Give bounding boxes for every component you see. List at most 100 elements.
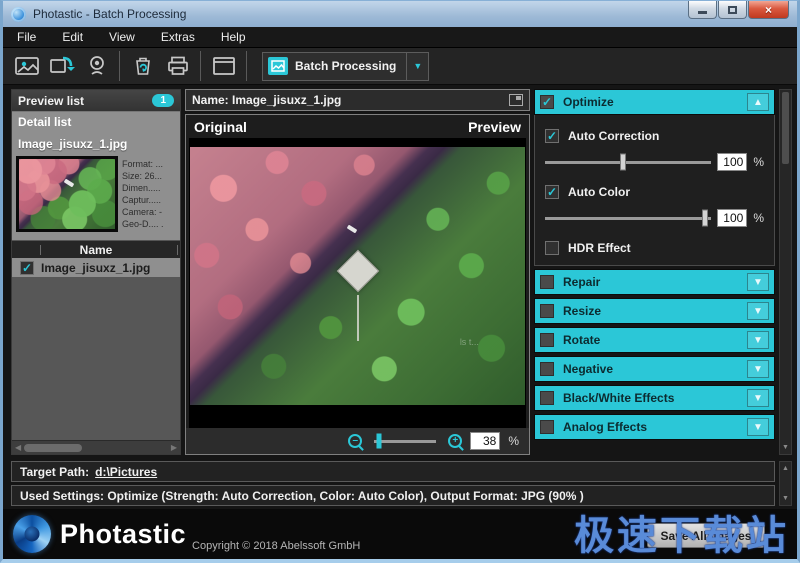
column-divider bbox=[177, 245, 178, 255]
horizontal-scrollbar[interactable]: ◀ ▶ bbox=[12, 440, 180, 454]
auto-color-slider-row: 100 % bbox=[545, 209, 764, 227]
zoom-value-input[interactable]: 38 bbox=[470, 432, 500, 450]
preview-center-panel: Name: Image_jisuxz_1.jpg Original Previe… bbox=[185, 89, 530, 455]
auto-color-label: Auto Color bbox=[568, 185, 630, 199]
scroll-left-icon[interactable]: ◀ bbox=[15, 443, 21, 452]
black-white-checkbox[interactable]: ✓ bbox=[540, 391, 554, 405]
target-path-link[interactable]: d:\Pictures bbox=[95, 465, 157, 479]
batch-processing-button[interactable]: Batch Processing bbox=[262, 52, 407, 81]
image-watermark: ls t... bbox=[460, 337, 479, 347]
zoom-in-icon[interactable]: + bbox=[448, 434, 462, 448]
section-optimize-header[interactable]: ✓ Optimize ▲ bbox=[534, 89, 775, 115]
detail-list-label: Detail list bbox=[18, 115, 71, 129]
chevron-down-icon: ▼ bbox=[413, 61, 422, 71]
menu-view[interactable]: View bbox=[109, 30, 135, 44]
scrollbar-thumb[interactable] bbox=[782, 92, 789, 164]
auto-color-value-input[interactable]: 100 bbox=[717, 209, 747, 227]
menu-file[interactable]: File bbox=[17, 30, 36, 44]
auto-correction-slider[interactable] bbox=[545, 161, 711, 164]
print-icon bbox=[166, 55, 190, 77]
fullscreen-button[interactable] bbox=[206, 52, 241, 81]
add-image-button[interactable] bbox=[9, 52, 44, 81]
auto-color-slider[interactable] bbox=[545, 217, 711, 220]
menu-extras[interactable]: Extras bbox=[161, 30, 195, 44]
column-divider bbox=[40, 245, 41, 255]
name-column-header[interactable]: Name bbox=[12, 240, 180, 258]
preview-list-label: Preview list bbox=[18, 94, 152, 108]
minimize-button[interactable] bbox=[688, 1, 717, 19]
photastic-logo-icon bbox=[13, 515, 51, 553]
menu-help[interactable]: Help bbox=[221, 30, 246, 44]
vertical-scrollbar[interactable]: ▼ bbox=[779, 89, 792, 455]
scroll-down-icon[interactable]: ▼ bbox=[780, 492, 791, 505]
scrollbar-thumb[interactable] bbox=[24, 444, 82, 452]
resize-checkbox[interactable]: ✓ bbox=[540, 304, 554, 318]
negative-checkbox[interactable]: ✓ bbox=[540, 362, 554, 376]
auto-correction-row: ✓ Auto Correction bbox=[545, 129, 764, 143]
app-icon bbox=[11, 7, 26, 22]
section-analog-effects: ✓ Analog Effects ▼ bbox=[534, 414, 775, 440]
batch-processing-icon bbox=[268, 57, 288, 75]
maximize-button[interactable] bbox=[718, 1, 747, 19]
close-button[interactable]: × bbox=[748, 1, 789, 19]
print-button[interactable] bbox=[160, 52, 195, 81]
section-label: Resize bbox=[563, 304, 738, 318]
meta-captured: Captur..... bbox=[122, 194, 164, 206]
preview-list-header: Preview list 1 bbox=[12, 90, 180, 111]
import-image-button[interactable] bbox=[44, 52, 79, 81]
menu-edit[interactable]: Edit bbox=[62, 30, 83, 44]
popout-icon[interactable] bbox=[509, 94, 523, 106]
zoom-slider[interactable] bbox=[374, 440, 436, 443]
scroll-down-icon[interactable]: ▼ bbox=[780, 441, 791, 454]
meta-size: Size: 26... bbox=[122, 170, 164, 182]
auto-correction-slider-row: 100 % bbox=[545, 153, 764, 171]
detail-area: Image_jisuxz_1.jpg Format: ... Size: 26.… bbox=[12, 131, 180, 240]
auto-color-row: ✓ Auto Color bbox=[545, 185, 764, 199]
optimize-checkbox[interactable]: ✓ bbox=[540, 95, 554, 109]
delete-button[interactable] bbox=[125, 52, 160, 81]
rotate-checkbox[interactable]: ✓ bbox=[540, 333, 554, 347]
expand-button[interactable]: ▼ bbox=[747, 302, 769, 320]
section-repair: ✓ Repair ▼ bbox=[534, 269, 775, 295]
webcam-button[interactable] bbox=[79, 52, 114, 81]
thumbnail-image[interactable] bbox=[16, 156, 118, 232]
chevron-up-icon: ▲ bbox=[753, 97, 763, 108]
scroll-up-icon[interactable]: ▲ bbox=[780, 462, 791, 475]
bottom-scrollbar[interactable]: ▲ ▼ bbox=[779, 461, 792, 506]
file-list-empty-area bbox=[12, 277, 180, 440]
expand-button[interactable]: ▼ bbox=[747, 418, 769, 436]
zoom-out-icon[interactable]: – bbox=[348, 434, 362, 448]
percent-label: % bbox=[753, 211, 764, 225]
mode-dropdown-button[interactable]: ▼ bbox=[407, 52, 429, 81]
expand-button[interactable]: ▼ bbox=[747, 360, 769, 378]
zoom-slider-handle[interactable] bbox=[376, 434, 381, 449]
expand-button[interactable]: ▼ bbox=[747, 331, 769, 349]
used-settings-bar: Used Settings: Optimize (Strength: Auto … bbox=[11, 485, 775, 506]
slider-handle[interactable] bbox=[702, 210, 708, 227]
auto-correction-checkbox[interactable]: ✓ bbox=[545, 129, 559, 143]
section-optimize: ✓ Optimize ▲ ✓ Auto Correction bbox=[534, 89, 775, 269]
analog-checkbox[interactable]: ✓ bbox=[540, 420, 554, 434]
chevron-down-icon: ▼ bbox=[753, 277, 763, 288]
minimize-icon bbox=[698, 11, 707, 14]
effects-panel: ✓ Optimize ▲ ✓ Auto Correction bbox=[534, 89, 792, 455]
save-all-images-button[interactable]: Save All Images bbox=[647, 523, 765, 548]
expand-button[interactable]: ▼ bbox=[747, 273, 769, 291]
repair-checkbox[interactable]: ✓ bbox=[540, 275, 554, 289]
close-icon: × bbox=[765, 3, 772, 17]
file-checkbox[interactable]: ✓ bbox=[20, 261, 34, 275]
auto-color-checkbox[interactable]: ✓ bbox=[545, 185, 559, 199]
file-list-row[interactable]: ✓ Image_jisuxz_1.jpg bbox=[12, 258, 180, 277]
image-name-bar: Name: Image_jisuxz_1.jpg bbox=[185, 89, 530, 111]
webcam-icon bbox=[85, 55, 109, 77]
auto-correction-value-input[interactable]: 100 bbox=[717, 153, 747, 171]
collapse-button[interactable]: ▲ bbox=[747, 93, 769, 111]
slider-handle[interactable] bbox=[620, 154, 626, 171]
scroll-right-icon[interactable]: ▶ bbox=[171, 443, 177, 452]
hdr-effect-checkbox[interactable]: ✓ bbox=[545, 241, 559, 255]
toolbar-separator bbox=[200, 51, 201, 81]
add-image-icon bbox=[14, 55, 40, 77]
expand-button[interactable]: ▼ bbox=[747, 389, 769, 407]
split-handle-line[interactable] bbox=[357, 295, 359, 341]
detail-list-header[interactable]: Detail list bbox=[12, 111, 180, 131]
